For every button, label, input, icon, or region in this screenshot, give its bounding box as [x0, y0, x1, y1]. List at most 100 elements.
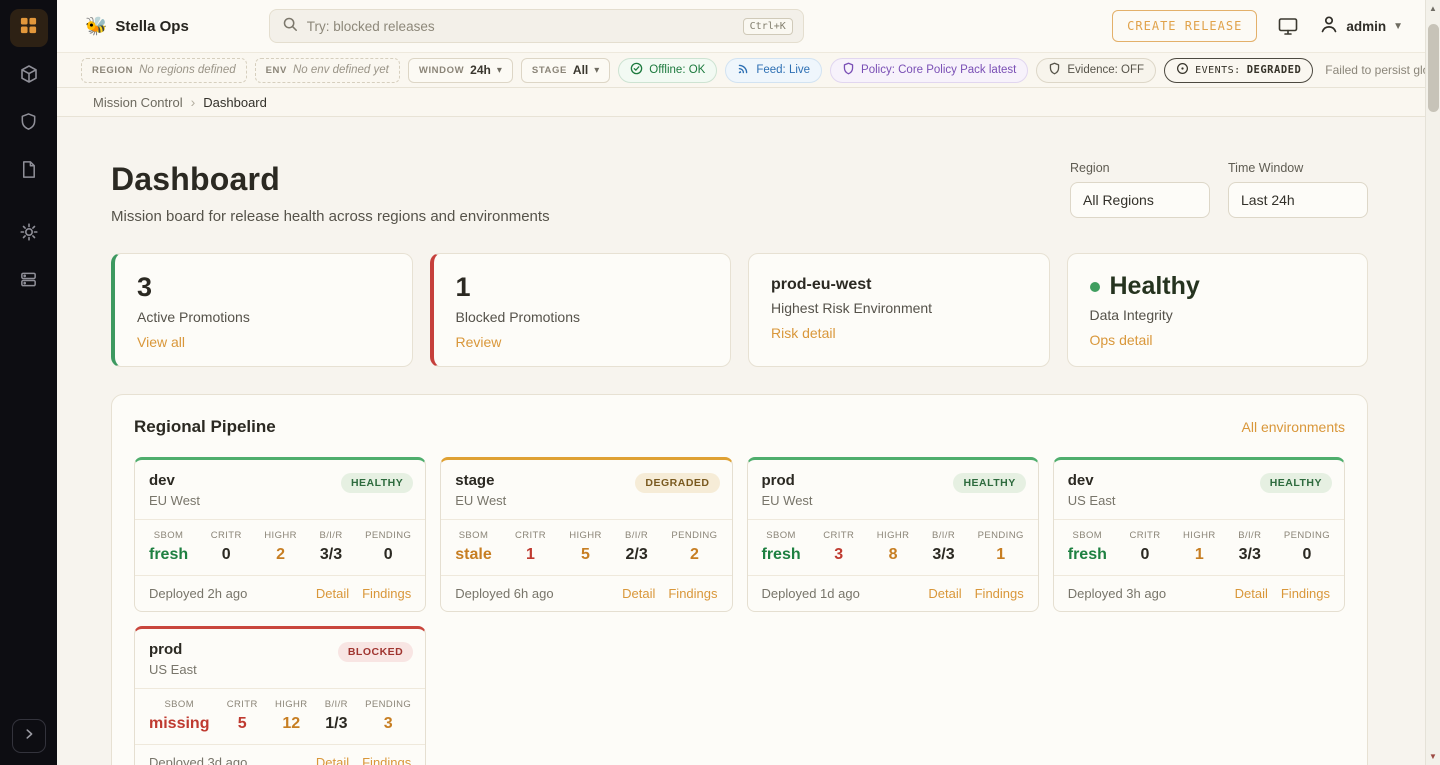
view-all-link[interactable]: View all	[137, 334, 390, 350]
pipeline-card-prod-eu-west: prod EU West HEALTHY SBOMfresh CRITR3 HI…	[747, 457, 1039, 612]
env-region: US East	[1068, 493, 1330, 508]
user-menu[interactable]: admin ▼	[1319, 14, 1403, 39]
region-context-pill[interactable]: REGION No regions defined	[81, 58, 247, 83]
region-filter-select[interactable]: All Regions	[1070, 182, 1210, 218]
findings-link[interactable]: Findings	[975, 586, 1024, 601]
time-window-filter-select[interactable]: Last 24h	[1228, 182, 1368, 218]
findings-link[interactable]: Findings	[1281, 586, 1330, 601]
stage-context-dropdown[interactable]: STAGE All ▾	[521, 58, 610, 83]
feed-status-text: Feed: Live	[756, 64, 810, 76]
sidebar-item-settings[interactable]	[10, 215, 48, 253]
data-integrity-label: Data Integrity	[1090, 307, 1346, 323]
metric-highr: HIGHR5	[569, 530, 602, 564]
create-release-button[interactable]: CREATE RELEASE	[1112, 10, 1257, 42]
pipeline-card-stage-eu-west: stage EU West DEGRADED SBOMstale CRITR1 …	[440, 457, 732, 612]
metric-label: CRITR	[227, 699, 258, 710]
sidebar-item-infrastructure[interactable]	[10, 263, 48, 301]
scrollbar-thumb[interactable]	[1428, 24, 1439, 112]
status-badge: HEALTHY	[953, 473, 1025, 493]
vertical-scrollbar[interactable]: ▲ ▼	[1425, 0, 1440, 765]
sidebar	[0, 0, 57, 765]
sidebar-item-dashboard[interactable]	[10, 9, 48, 47]
status-badge: HEALTHY	[1260, 473, 1332, 493]
metric-label: CRITR	[515, 530, 546, 541]
events-status-chip[interactable]: EVENTS: DEGRADED	[1164, 58, 1313, 83]
metric-highr: HIGHR8	[877, 530, 910, 564]
all-environments-link[interactable]: All environments	[1242, 419, 1346, 435]
sidebar-item-security[interactable]	[10, 105, 48, 143]
region-pill-label: REGION	[92, 65, 133, 76]
context-warning-text: Failed to persist global context prefere…	[1325, 63, 1440, 77]
dashboard-grid-icon	[19, 16, 38, 40]
metric-label: HIGHR	[569, 530, 602, 541]
window-context-dropdown[interactable]: WINDOW 24h ▾	[408, 58, 513, 83]
metric-label: SBOM	[762, 530, 801, 541]
user-name: admin	[1346, 19, 1386, 34]
feed-status-chip[interactable]: Feed: Live	[725, 58, 822, 83]
rss-icon	[737, 62, 750, 78]
detail-link[interactable]: Detail	[1235, 586, 1268, 601]
offline-status-text: Offline: OK	[649, 64, 705, 76]
metric-pending: PENDING2	[671, 530, 717, 564]
brand[interactable]: 🐝 Stella Ops	[85, 16, 189, 37]
stage-pill-label: STAGE	[532, 65, 567, 76]
detail-link[interactable]: Detail	[316, 586, 349, 601]
highest-risk-value: prod-eu-west	[771, 272, 1027, 294]
sidebar-item-reports[interactable]	[10, 153, 48, 191]
detail-link[interactable]: Detail	[316, 755, 349, 765]
pipeline-card-dev-eu-west: dev EU West HEALTHY SBOMfresh CRITR0 HIG…	[134, 457, 426, 612]
evidence-status-chip[interactable]: Evidence: OFF	[1036, 58, 1156, 83]
deployed-timestamp: Deployed 1d ago	[762, 586, 860, 601]
metric-label: CRITR	[823, 530, 854, 541]
metric-value: fresh	[149, 546, 188, 564]
region-pill-value: No regions defined	[139, 64, 236, 76]
blocked-promotions-value: 1	[456, 272, 709, 303]
shield-icon	[19, 112, 38, 136]
findings-link[interactable]: Findings	[362, 586, 411, 601]
metric-label: CRITR	[211, 530, 242, 541]
metric-label: SBOM	[149, 699, 209, 710]
env-region: US East	[149, 662, 411, 677]
detail-link[interactable]: Detail	[622, 586, 655, 601]
policy-status-chip[interactable]: Policy: Core Policy Pack latest	[830, 58, 1028, 83]
deployed-timestamp: Deployed 2h ago	[149, 586, 247, 601]
sidebar-collapse-toggle[interactable]	[12, 719, 46, 753]
highest-risk-label: Highest Risk Environment	[771, 300, 1027, 316]
breadcrumb-mission-control[interactable]: Mission Control	[93, 95, 183, 110]
check-circle-icon	[630, 62, 643, 78]
metric-pending: PENDING1	[978, 530, 1024, 564]
env-context-pill[interactable]: ENV No env defined yet	[255, 58, 400, 83]
metric-label: B/I/R	[1238, 530, 1261, 541]
sidebar-item-releases[interactable]	[10, 57, 48, 95]
env-pill-label: ENV	[266, 65, 287, 76]
policy-status-text: Policy: Core Policy Pack latest	[861, 64, 1016, 76]
chevron-down-icon: ▾	[594, 65, 599, 76]
healthy-dot-icon	[1090, 282, 1100, 292]
metric-value: 3/3	[1238, 546, 1261, 564]
offline-status-chip[interactable]: Offline: OK	[618, 58, 717, 83]
env-region: EU West	[455, 493, 717, 508]
metric-label: PENDING	[365, 699, 411, 710]
metric-value: 1	[1183, 546, 1216, 564]
display-mode-button[interactable]	[1277, 16, 1299, 36]
time-window-filter-label: Time Window	[1228, 161, 1368, 175]
metric-label: SBOM	[455, 530, 491, 541]
metric-value: 3/3	[319, 546, 342, 564]
review-link[interactable]: Review	[456, 334, 709, 350]
deployed-timestamp: Deployed 3h ago	[1068, 586, 1166, 601]
data-integrity-card: Healthy Data Integrity Ops detail	[1067, 253, 1369, 367]
metric-critr: CRITR0	[211, 530, 242, 564]
metric-bir: B/I/R3/3	[319, 530, 342, 564]
ops-detail-link[interactable]: Ops detail	[1090, 332, 1346, 348]
scroll-up-arrow-icon[interactable]: ▲	[1429, 4, 1437, 13]
scroll-down-arrow-icon[interactable]: ▼	[1429, 752, 1437, 761]
detail-link[interactable]: Detail	[928, 586, 961, 601]
global-search[interactable]: Ctrl+K	[269, 9, 804, 43]
metric-label: HIGHR	[275, 699, 308, 710]
findings-link[interactable]: Findings	[362, 755, 411, 765]
risk-detail-link[interactable]: Risk detail	[771, 325, 1027, 341]
metric-label: B/I/R	[325, 699, 348, 710]
search-input[interactable]	[307, 19, 734, 34]
metric-value: stale	[455, 546, 491, 564]
findings-link[interactable]: Findings	[668, 586, 717, 601]
